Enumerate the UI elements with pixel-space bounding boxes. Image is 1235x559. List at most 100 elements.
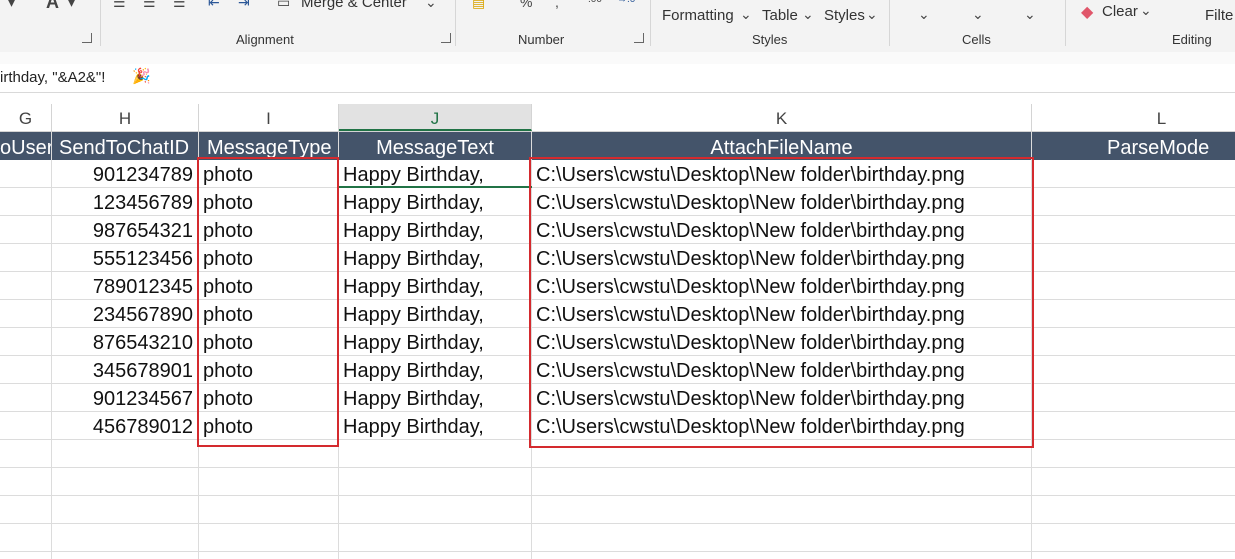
cell-message-text[interactable]: Happy Birthday, [339,384,531,412]
header-cell-send-to-user[interactable]: oUser [0,132,51,160]
cell-chat-id[interactable]: 876543210 [52,328,198,356]
cell-parse-mode[interactable] [1032,356,1235,384]
cell-attach-file[interactable] [532,524,1031,552]
cell-message-type[interactable] [199,440,338,468]
cell-message-type[interactable]: photo [199,216,338,244]
cell-message-type[interactable]: photo [199,188,338,216]
cell-g[interactable] [0,244,51,272]
cell-parse-mode[interactable] [1032,468,1235,496]
number-dialog-launcher-icon[interactable] [634,33,644,43]
align-left-icon[interactable]: ☰ [113,0,126,11]
cell-g[interactable] [0,160,51,188]
cell-g[interactable] [0,412,51,440]
cell-message-type[interactable]: photo [199,300,338,328]
cell-chat-id[interactable]: 789012345 [52,272,198,300]
merge-center-icon[interactable]: ▭ [277,0,290,11]
cell-chat-id[interactable]: 456789012 [52,412,198,440]
column-header-i[interactable]: I [199,104,339,131]
eraser-icon[interactable]: ◆ [1081,2,1093,22]
merge-dropdown-icon[interactable]: ⌄ [425,0,437,11]
increase-decimal-icon[interactable]: .00 [588,0,602,5]
cell-g[interactable] [0,356,51,384]
accounting-format-icon[interactable]: ▤ [472,0,485,11]
cell-parse-mode[interactable] [1032,384,1235,412]
cell-message-type[interactable]: photo [199,328,338,356]
cell-attach-file[interactable]: C:\Users\cwstu\Desktop\New folder\birthd… [532,160,1031,188]
cell-message-text[interactable]: Happy Birthday, [339,328,531,356]
cell-g[interactable] [0,188,51,216]
increase-indent-icon[interactable]: ⇥ [238,0,250,11]
cell-chat-id[interactable] [52,468,198,496]
conditional-formatting-dropdown-icon[interactable]: ⌄ [740,6,752,23]
cell-parse-mode[interactable] [1032,272,1235,300]
cell-message-text[interactable] [339,440,531,468]
cell-message-type[interactable]: photo [199,356,338,384]
cell-chat-id[interactable] [52,496,198,524]
cell-parse-mode[interactable] [1032,524,1235,552]
cell-chat-id[interactable]: 123456789 [52,188,198,216]
header-cell-parse-mode[interactable]: ParseMode [1032,132,1235,160]
cell-styles-button[interactable]: Styles [824,7,865,24]
cell-attach-file[interactable]: C:\Users\cwstu\Desktop\New folder\birthd… [532,356,1031,384]
cell-message-type[interactable] [199,468,338,496]
cell-chat-id[interactable]: 987654321 [52,216,198,244]
font-color-dropdown-icon[interactable]: ▾ [68,0,75,11]
cell-chat-id[interactable] [52,524,198,552]
cell-message-text[interactable] [339,496,531,524]
cell-message-type[interactable] [199,524,338,552]
cell-parse-mode[interactable] [1032,216,1235,244]
cell-styles-dropdown-icon[interactable]: ⌄ [866,6,878,23]
header-cell-attach-file-name[interactable]: AttachFileName [532,132,1031,160]
conditional-formatting-button[interactable]: Formatting [662,7,734,24]
comma-style-icon[interactable]: , [555,0,559,10]
format-dropdown-icon[interactable]: ⌄ [1024,6,1036,23]
cell-message-text[interactable]: Happy Birthday, [339,188,531,216]
column-header-g[interactable]: G [0,104,52,131]
cell-message-text[interactable]: Happy Birthday, [339,272,531,300]
cell-message-type[interactable]: photo [199,384,338,412]
cell-g[interactable] [0,384,51,412]
cell-parse-mode[interactable] [1032,188,1235,216]
insert-dropdown-icon[interactable]: ⌄ [918,6,930,23]
clear-dropdown-icon[interactable]: ⌄ [1140,2,1152,19]
format-as-table-button[interactable]: Table [762,7,798,24]
cell-chat-id[interactable]: 901234567 [52,384,198,412]
cell-attach-file[interactable]: C:\Users\cwstu\Desktop\New folder\birthd… [532,188,1031,216]
cell-message-text[interactable]: Happy Birthday, [339,300,531,328]
decrease-decimal-icon[interactable]: →.0 [617,0,635,5]
cell-message-type[interactable]: photo [199,412,338,440]
cell-g[interactable] [0,496,51,524]
cell-g[interactable] [0,440,51,468]
cell-message-type[interactable] [199,496,338,524]
decrease-indent-icon[interactable]: ⇤ [208,0,220,11]
cell-message-text[interactable] [339,524,531,552]
cell-attach-file[interactable]: C:\Users\cwstu\Desktop\New folder\birthd… [532,412,1031,440]
align-right-icon[interactable]: ☰ [173,0,186,11]
align-center-icon[interactable]: ☰ [143,0,156,11]
cell-message-text[interactable]: Happy Birthday, [339,160,531,188]
cell-attach-file[interactable]: C:\Users\cwstu\Desktop\New folder\birthd… [532,216,1031,244]
cell-parse-mode[interactable] [1032,440,1235,468]
font-color-icon[interactable]: A [46,0,59,13]
cell-parse-mode[interactable] [1032,328,1235,356]
formula-text[interactable]: irthday, "&A2&"! [0,69,105,86]
cell-attach-file[interactable] [532,496,1031,524]
cell-parse-mode[interactable] [1032,244,1235,272]
sort-filter-button[interactable]: Filte [1205,7,1233,24]
cell-parse-mode[interactable] [1032,496,1235,524]
cell-attach-file[interactable]: C:\Users\cwstu\Desktop\New folder\birthd… [532,244,1031,272]
cell-parse-mode[interactable] [1032,160,1235,188]
cell-attach-file[interactable]: C:\Users\cwstu\Desktop\New folder\birthd… [532,272,1031,300]
cell-message-text[interactable]: Happy Birthday, [339,216,531,244]
cell-chat-id[interactable]: 345678901 [52,356,198,384]
cell-chat-id[interactable] [52,440,198,468]
cell-attach-file[interactable]: C:\Users\cwstu\Desktop\New folder\birthd… [532,328,1031,356]
alignment-dialog-launcher-icon[interactable] [441,33,451,43]
column-header-l[interactable]: L [1032,104,1235,131]
header-cell-message-type[interactable]: MessageType [199,132,338,160]
cell-chat-id[interactable]: 555123456 [52,244,198,272]
cell-parse-mode[interactable] [1032,412,1235,440]
formula-bar[interactable]: irthday, "&A2&"! 🎉 [0,64,1235,93]
cell-g[interactable] [0,468,51,496]
cell-message-text[interactable] [339,468,531,496]
